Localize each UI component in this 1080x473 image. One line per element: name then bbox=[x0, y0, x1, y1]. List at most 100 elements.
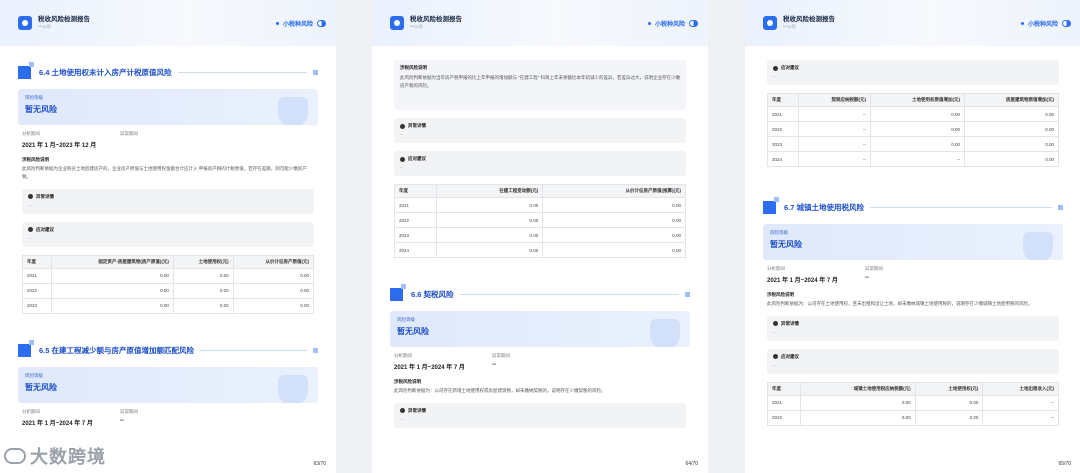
abnormal-period-label: 异常期间 bbox=[120, 131, 138, 136]
column-header: 年度 bbox=[766, 381, 802, 396]
shield-icon bbox=[1023, 232, 1053, 260]
table-row: 2021 0.00 0.00 bbox=[393, 197, 686, 213]
table-cell: 0.00 bbox=[542, 242, 686, 258]
table-cell: 2023 bbox=[766, 136, 800, 152]
column-header: 土地使用权(元) bbox=[914, 381, 984, 396]
page-number: 64/70 bbox=[685, 461, 698, 467]
data-table: 年度 在建工程变动额(元) 从价计征房产原值(推算)(元) 2021 0.00 0.… bbox=[393, 184, 686, 258]
table-cell: -- bbox=[870, 151, 966, 167]
watermark-text: 大数跨境 bbox=[30, 447, 106, 467]
table-cell: 0.00 bbox=[51, 267, 174, 284]
period-value: 2021 年 1 月~2024 年 7 月 bbox=[767, 278, 838, 284]
table-cell: 0.00 bbox=[870, 121, 966, 137]
column-header: 固定资产-房屋建筑物(房产原值)(元) bbox=[51, 254, 174, 269]
table-cell: -- bbox=[982, 409, 1059, 426]
table-cell: 0.00 bbox=[964, 136, 1059, 152]
detail-label: 异常详情 bbox=[408, 123, 426, 128]
risk-level-value: 暂无风险 bbox=[770, 240, 802, 249]
company-name: ***公司 bbox=[410, 23, 423, 29]
page-header: 税收风险检测报告 ***公司 小税种风险 bbox=[0, 0, 336, 46]
report-page-63: 税收风险检测报告 ***公司 小税种风险 6.4 土地使用权未计入房产计税原值风险… bbox=[0, 0, 336, 473]
table-cell: 0.00 bbox=[542, 227, 686, 243]
detail-label: 异常详情 bbox=[781, 320, 799, 326]
column-header: 年度 bbox=[21, 254, 53, 269]
abnormal-period-label: 异常期间 bbox=[120, 408, 138, 414]
advice-label: 应对建议 bbox=[36, 226, 54, 232]
column-header: 从价计征房产原值(元) bbox=[232, 254, 315, 269]
advice-value: -- bbox=[773, 74, 776, 79]
category-label: 小税种风险 bbox=[282, 21, 313, 28]
detail-value: -- bbox=[28, 202, 31, 208]
abnormal-detail-box: 异常详情 -- bbox=[394, 118, 686, 143]
table-cell: 0.00 bbox=[800, 409, 916, 426]
company-name: ***公司 bbox=[38, 23, 51, 29]
info-icon bbox=[400, 123, 405, 129]
category-badge: 小税种风险 bbox=[647, 19, 698, 28]
risk-description: 涉税风险说明 此风险判断依据为当年房产税申报的比上年申报的增加额与 “在建工程”… bbox=[394, 60, 686, 110]
column-header: 城镇土地使用税应纳税额(元) bbox=[800, 381, 916, 396]
abnormal-detail-box: 异常详情 -- bbox=[767, 315, 1059, 341]
info-icon bbox=[773, 65, 778, 71]
desc-text: 此风险判断依据为：公司存在土地使用权，且未出租和出让土地，却未缴纳城镇土地使用税… bbox=[767, 301, 1033, 306]
desc-label: 涉税风险说明 bbox=[767, 292, 794, 297]
table-row: 2023 0.00 0.00 0.00 bbox=[21, 297, 315, 314]
risk-level-card: 风险等级 暂无风险 bbox=[18, 366, 318, 403]
column-header: 土地出租收入(元) bbox=[982, 381, 1059, 396]
table-row: 2022 -- 0.00 0.00 bbox=[766, 121, 1059, 137]
column-header: 房屋建筑物原值增加(元) bbox=[964, 93, 1059, 107]
table-cell: 0.00 bbox=[964, 151, 1059, 167]
advice-label: 应对建议 bbox=[781, 353, 799, 359]
shield-icon bbox=[650, 319, 680, 347]
company-name: ***公司 bbox=[783, 23, 796, 29]
table-cell: 2022 bbox=[393, 212, 438, 228]
table-cell: 2021 bbox=[766, 394, 802, 411]
table-cell: 0.00 bbox=[172, 267, 234, 284]
desc-label: 涉税风险说明 bbox=[22, 157, 49, 162]
detail-value: -- bbox=[400, 132, 403, 137]
section-heading: 6.4 土地使用权未计入房产计税原值风险 bbox=[18, 62, 318, 79]
risk-level-label: 风险等级 bbox=[397, 317, 415, 322]
column-header: 土地使用权(元) bbox=[172, 254, 234, 269]
page-number: 65/70 bbox=[1058, 461, 1071, 467]
period-info: 分析期间 2021 年 1 月~2024 年 7 月 异常期间 -- bbox=[394, 353, 686, 371]
category-badge: 小税种风险 bbox=[1020, 19, 1071, 28]
period-value: 2021 年 1 月~2023 年 12 月 bbox=[22, 143, 97, 149]
column-header: 年度 bbox=[393, 184, 438, 198]
table-cell: 0.00 bbox=[542, 212, 686, 228]
section-marker-icon bbox=[18, 66, 31, 79]
table-cell: 0.00 bbox=[870, 136, 966, 152]
table-cell: 2023 bbox=[393, 227, 438, 243]
column-header: 在建工程变动额(元) bbox=[436, 184, 544, 198]
table-cell: 0.00 bbox=[172, 282, 234, 299]
section-marker-icon bbox=[390, 288, 403, 301]
section-heading: 6.6 契税风险 bbox=[390, 284, 690, 301]
table-cell: 0.00 bbox=[436, 227, 544, 243]
table-cell: 2024 bbox=[393, 242, 438, 258]
desc-text: 此风险判断依据为：公司存在新增土地使用权或房屋建筑物，却未缴纳契税的，说明存在少… bbox=[394, 388, 606, 393]
abnormal-period-label: 异常期间 bbox=[492, 353, 510, 358]
half-circle-icon bbox=[317, 19, 326, 27]
table-cell: 2022 bbox=[21, 282, 53, 299]
table-cell: 0.00 bbox=[51, 282, 174, 299]
table-cell: 0.00 bbox=[172, 297, 234, 314]
period-label: 分析期间 bbox=[767, 266, 785, 271]
advice-box: 应对建议 -- bbox=[394, 151, 686, 176]
table-row: 2021 0.00 0.00 -- bbox=[766, 394, 1059, 411]
table-cell: -- bbox=[798, 106, 872, 122]
table-cell: 0.00 bbox=[436, 212, 544, 228]
section-title: 6.7 城镇土地使用税风险 bbox=[784, 203, 865, 212]
risk-level-label: 风险等级 bbox=[770, 230, 788, 235]
table-row: 2021 0.00 0.00 0.00 bbox=[21, 267, 315, 284]
table-row: 2022 0.00 0.00 -- bbox=[766, 409, 1059, 426]
report-page-65: 税收风险检测报告 ***公司 小税种风险 应对建议 -- 年度 契税应纳税额(元)… bbox=[745, 0, 1080, 473]
advice-label: 应对建议 bbox=[781, 65, 799, 70]
table-cell: 0.00 bbox=[232, 282, 315, 299]
report-logo-icon bbox=[763, 16, 777, 30]
risk-description: 涉税风险说明 此风险判断依据为：公司存在土地使用权，且未出租和出让土地，却未缴纳… bbox=[767, 292, 1059, 308]
table-row: 2021 -- 0.00 0.00 bbox=[766, 106, 1059, 122]
desc-label: 涉税风险说明 bbox=[400, 65, 427, 70]
detail-label: 异常详情 bbox=[36, 193, 54, 199]
column-header: 年度 bbox=[766, 93, 800, 107]
risk-level-label: 风险等级 bbox=[25, 95, 43, 100]
page-header: 税收风险检测报告 ***公司 小税种风险 bbox=[745, 0, 1080, 46]
